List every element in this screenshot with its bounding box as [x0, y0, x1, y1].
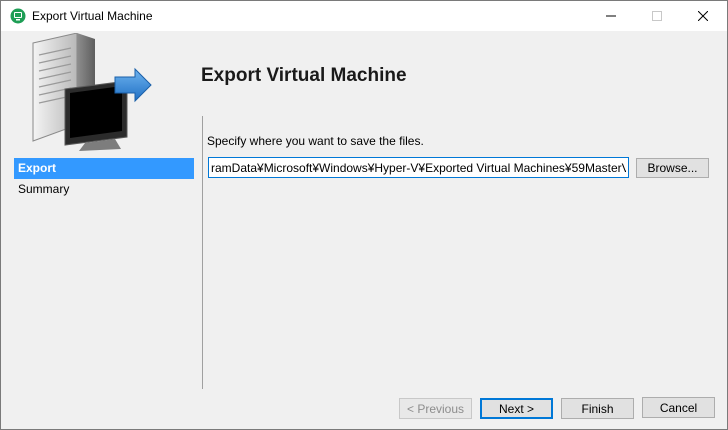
- title-bar[interactable]: Export Virtual Machine: [1, 1, 727, 31]
- window-title: Export Virtual Machine: [32, 9, 153, 23]
- maximize-button[interactable]: [634, 1, 680, 31]
- cancel-button[interactable]: Cancel: [642, 397, 715, 418]
- export-vm-dialog: Export Virtual Machine Export Virtual Ma…: [0, 0, 728, 430]
- maximize-icon: [652, 11, 662, 21]
- wizard-steps-nav: Export Summary: [14, 158, 194, 200]
- nav-item-summary[interactable]: Summary: [14, 179, 194, 200]
- browse-button[interactable]: Browse...: [636, 158, 709, 178]
- export-path-input[interactable]: [208, 157, 629, 178]
- hyper-v-app-icon: [10, 8, 26, 24]
- vertical-divider: [202, 116, 203, 389]
- nav-item-export[interactable]: Export: [14, 158, 194, 179]
- minimize-button[interactable]: [588, 1, 634, 31]
- save-location-prompt: Specify where you want to save the files…: [207, 134, 424, 148]
- previous-button[interactable]: < Previous: [399, 398, 472, 419]
- next-button[interactable]: Next >: [480, 398, 553, 419]
- minimize-icon: [606, 15, 616, 17]
- server-monitor-export-icon: [32, 33, 152, 151]
- finish-button[interactable]: Finish: [561, 398, 634, 419]
- page-title: Export Virtual Machine: [201, 65, 407, 86]
- close-button[interactable]: [680, 1, 726, 31]
- close-icon: [698, 11, 708, 21]
